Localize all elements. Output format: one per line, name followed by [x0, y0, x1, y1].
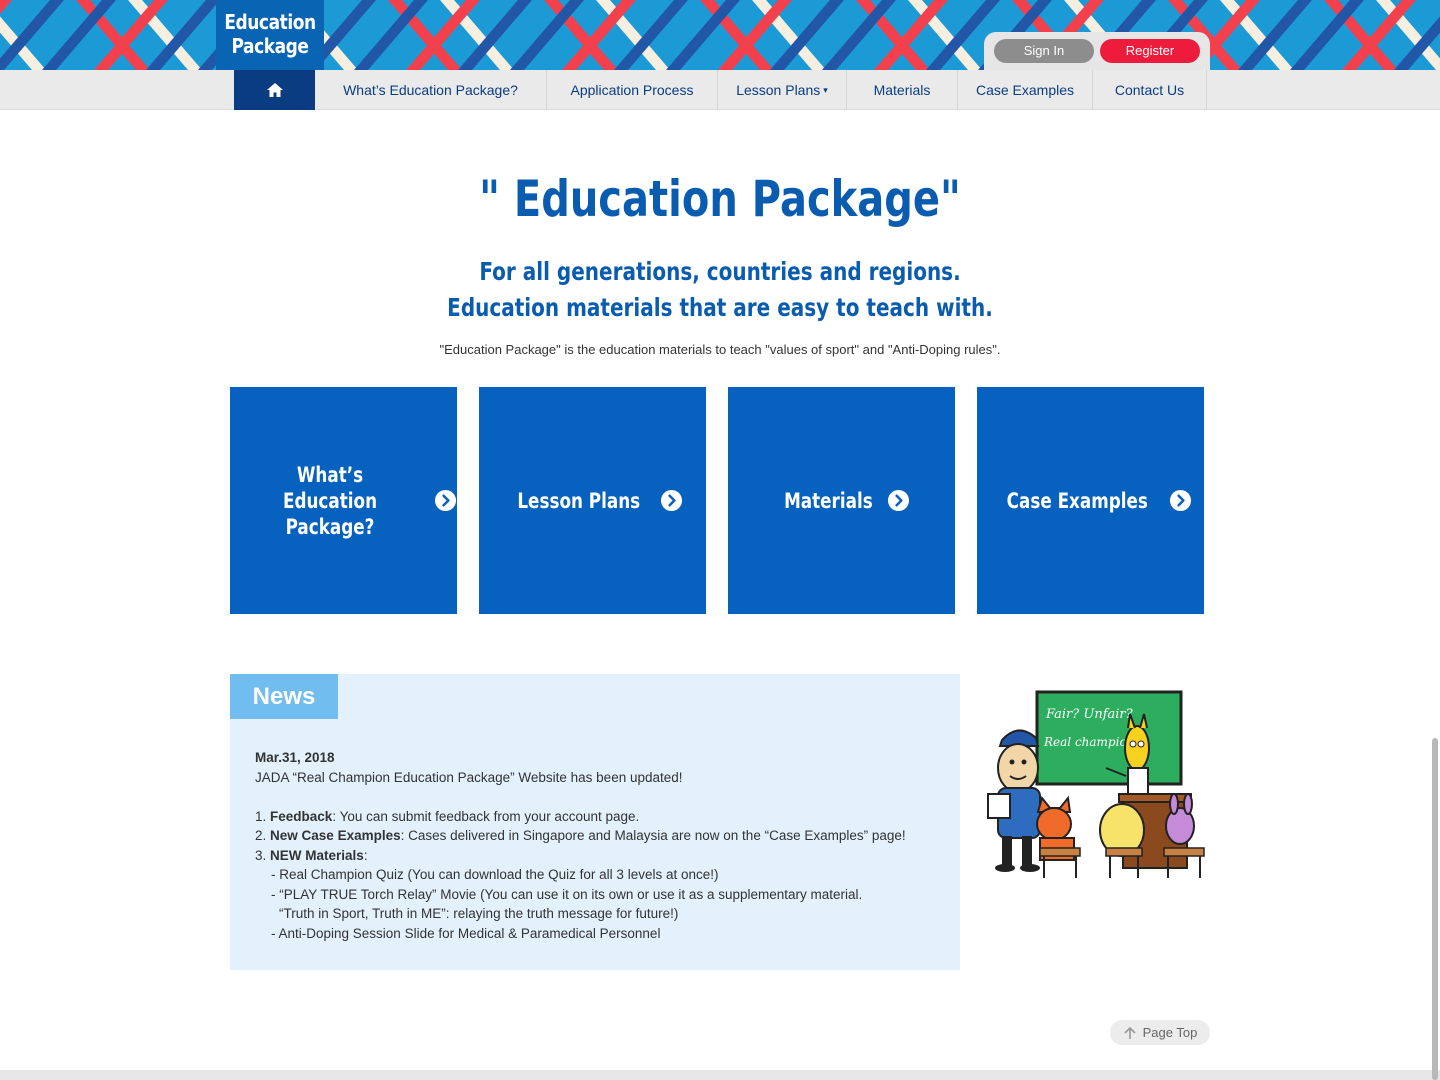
- tile-materials[interactable]: Materials: [728, 387, 955, 614]
- tile-label: Case Examples: [1006, 488, 1148, 513]
- arrow-up-icon: [1124, 1026, 1136, 1039]
- tile-label-line1: What’s: [296, 462, 364, 487]
- news-subitem: - Real Champion Quiz (You can download t…: [271, 867, 719, 882]
- nav-materials[interactable]: Materials: [847, 70, 958, 110]
- news-subitem: - “PLAY TRUE Torch Relay” Movie (You can…: [271, 886, 863, 902]
- news-item-materials: 3. NEW Materials:: [255, 846, 945, 866]
- nav-label: Lesson Plans: [736, 82, 821, 98]
- hero-subtitle: For all generations, countries and regio…: [144, 254, 1296, 326]
- item-number: 1.: [255, 808, 267, 824]
- site-logo[interactable]: Education Package: [216, 0, 324, 70]
- news-heading: News: [230, 674, 338, 719]
- hero-description: "Education Package" is the education mat…: [439, 342, 1001, 357]
- nav-label: Contact Us: [1114, 82, 1185, 98]
- item-title: New Case Examples: [270, 828, 401, 843]
- classroom-illustration: Fair? Unfair? Real champion: [987, 690, 1205, 878]
- nav-whats-education-package[interactable]: What’s Education Package?: [315, 70, 547, 110]
- tile-label: Lesson Plans: [517, 488, 641, 513]
- board-text-1: Fair? Unfair?: [1045, 707, 1134, 722]
- nav-application-process[interactable]: Application Process: [547, 70, 718, 110]
- logo-line2: Package: [231, 34, 309, 58]
- board-text-2: Real champion: [1043, 735, 1134, 749]
- tile-label: Materials: [783, 488, 873, 513]
- logo-line1: Education: [224, 10, 316, 34]
- news-subitem: - Anti-Doping Session Slide for Medical …: [271, 925, 661, 941]
- scrollbar[interactable]: [1432, 738, 1438, 1080]
- nav-case-examples[interactable]: Case Examples: [958, 70, 1093, 110]
- nav-label: Application Process: [570, 82, 694, 98]
- news-date: Mar.31, 2018: [255, 750, 335, 765]
- tile-label-line2: Education Package?: [282, 488, 378, 539]
- arrow-right-circle-icon: [1170, 489, 1192, 512]
- item-title: Feedback: [270, 808, 333, 824]
- chevron-down-icon: ▾: [823, 84, 828, 95]
- news-section: News Mar.31, 2018 JADA “Real Champion Ed…: [230, 674, 960, 970]
- arrow-right-circle-icon: [660, 489, 682, 512]
- news-item-feedback: 1. Feedback: You can submit feedback fro…: [255, 807, 945, 827]
- news-body: Mar.31, 2018 JADA “Real Champion Educati…: [255, 748, 945, 943]
- subtitle-line1: For all generations, countries and regio…: [479, 257, 961, 286]
- sign-in-button[interactable]: Sign In: [994, 39, 1094, 63]
- arrow-right-circle-icon: [434, 489, 457, 512]
- nav-label: Materials: [873, 82, 931, 98]
- footer-bar: [0, 1070, 1440, 1080]
- nav-label: Case Examples: [975, 82, 1075, 98]
- news-item-case-examples: 2. New Case Examples: Cases delivered in…: [255, 826, 945, 846]
- auth-panel: Sign In Register: [984, 32, 1210, 70]
- page-top-button[interactable]: Page Top: [1110, 1020, 1210, 1045]
- news-headline: JADA “Real Champion Education Package” W…: [255, 769, 683, 785]
- subtitle-line2: Education materials that are easy to tea…: [447, 293, 993, 322]
- page-top-label: Page Top: [1142, 1025, 1198, 1040]
- item-text: : You can submit feedback from your acco…: [332, 808, 640, 824]
- nav-lesson-plans[interactable]: Lesson Plans ▾: [718, 70, 847, 110]
- item-number: 3.: [255, 847, 267, 863]
- arrow-right-circle-icon: [888, 489, 910, 512]
- item-number: 2.: [255, 828, 267, 843]
- nav-home[interactable]: [234, 70, 315, 110]
- news-subitem: “Truth in Sport, Truth in ME”: relaying …: [279, 906, 679, 921]
- tile-label: What’s Education Package?: [250, 462, 410, 540]
- tile-lesson-plans[interactable]: Lesson Plans: [479, 387, 706, 614]
- tile-case-examples[interactable]: Case Examples: [977, 387, 1204, 614]
- nav-label: What’s Education Package?: [343, 82, 518, 98]
- nav-contact-us[interactable]: Contact Us: [1093, 70, 1207, 110]
- item-title: NEW Materials: [270, 847, 364, 863]
- home-icon: [266, 83, 283, 97]
- main-nav: What’s Education Package? Application Pr…: [0, 70, 1440, 110]
- register-button[interactable]: Register: [1100, 39, 1200, 63]
- item-text: : Cases delivered in Singapore and Malay…: [400, 828, 906, 843]
- item-text: :: [363, 847, 368, 863]
- tile-whats-education-package[interactable]: What’s Education Package?: [230, 387, 457, 614]
- page-title: " Education Package": [479, 170, 961, 228]
